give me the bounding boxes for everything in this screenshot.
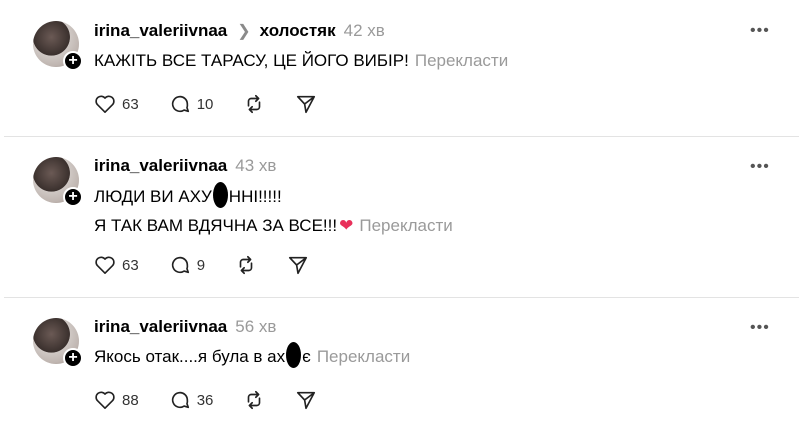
post-time: 56 хв [235, 317, 277, 336]
repost-icon [248, 390, 261, 410]
translate-link[interactable]: Перекласти [415, 51, 508, 70]
heart-outline-icon [95, 256, 115, 274]
like-button[interactable]: 63 [94, 255, 139, 275]
follow-plus-icon[interactable]: + [63, 348, 83, 368]
comment-bubble-icon [171, 256, 189, 274]
heart-outline-icon [95, 391, 115, 409]
like-count: 63 [122, 256, 139, 274]
repost-icon [239, 255, 253, 275]
like-count: 63 [122, 95, 139, 113]
divider [4, 136, 799, 137]
reply-button[interactable]: 9 [169, 254, 205, 276]
follow-plus-icon[interactable]: + [63, 51, 83, 71]
topic-tag[interactable]: холостяк [260, 21, 336, 41]
avatar[interactable]: + [33, 318, 83, 368]
heart-emoji-icon: ❤ [339, 216, 354, 235]
post-text: Якось отак....я була в ах є Перекласти [94, 342, 410, 371]
reply-count: 10 [196, 95, 214, 113]
repost-button[interactable] [235, 254, 257, 276]
post-header: irina_valeriivnaa ❯ холостяк 42 хв [94, 21, 385, 41]
chevron-right-icon: ❯ [237, 23, 251, 40]
post-text-part: є [302, 347, 311, 366]
post-actions: 63 10 [94, 93, 347, 115]
like-button[interactable]: 88 [94, 390, 139, 410]
post-text-part: Я ТАК ВАМ ВДЯЧНА ЗА ВСЕ!!! [94, 216, 338, 235]
post-header: irina_valeriivnaa 56 хв [94, 317, 276, 337]
post-actions: 63 9 [94, 254, 339, 276]
post-text-line: Я ТАК ВАМ ВДЯЧНА ЗА ВСЕ!!! ❤ Перекласти [94, 211, 453, 240]
follow-plus-icon[interactable]: + [63, 187, 83, 207]
post-text: КАЖІТЬ ВСЕ ТАРАСУ, ЦЕ ЙОГО ВИБІР! Перекла… [94, 46, 508, 75]
reply-count: 9 [196, 256, 206, 274]
send-icon [297, 95, 316, 114]
censor-blot [212, 182, 228, 208]
post-text: ЛЮДИ ВИ АХУ ННІ!!!!! Я ТАК ВАМ ВДЯЧНА ЗА … [94, 182, 453, 240]
heart-outline-icon [95, 95, 115, 113]
censor-blot [286, 342, 302, 368]
username[interactable]: irina_valeriivnaa [94, 21, 227, 41]
avatar[interactable]: + [33, 21, 83, 71]
comment-bubble-icon [171, 95, 189, 113]
send-icon [288, 256, 308, 275]
post-text-line: КАЖІТЬ ВСЕ ТАРАСУ, ЦЕ ЙОГО ВИБІР! [94, 51, 409, 70]
post-actions: 88 36 [94, 389, 347, 411]
repost-button[interactable] [243, 93, 265, 115]
post-text-line: ЛЮДИ ВИ АХУ ННІ!!!!! [94, 182, 453, 211]
avatar[interactable]: + [33, 157, 83, 207]
post-text-part: Якось отак....я була в ах [94, 347, 286, 366]
more-options-icon[interactable]: ••• [750, 158, 770, 176]
like-button[interactable]: 63 [94, 94, 139, 114]
post-text-part: ННІ!!!!! [228, 187, 282, 206]
username[interactable]: irina_valeriivnaa [94, 156, 227, 176]
share-button[interactable] [287, 254, 309, 276]
more-options-icon[interactable]: ••• [750, 319, 770, 337]
username[interactable]: irina_valeriivnaa [94, 317, 227, 337]
translate-link[interactable]: Перекласти [359, 216, 452, 235]
more-options-icon[interactable]: ••• [750, 22, 770, 40]
like-count: 88 [122, 391, 139, 409]
divider [4, 297, 799, 298]
send-icon [297, 391, 316, 410]
reply-button[interactable]: 10 [169, 93, 214, 115]
share-button[interactable] [295, 389, 317, 411]
translate-link[interactable]: Перекласти [317, 347, 410, 366]
comment-bubble-icon [171, 391, 189, 409]
post-time: 42 хв [343, 21, 385, 40]
post-time: 43 хв [235, 156, 277, 175]
repost-icon [248, 94, 261, 114]
post-text-part: ЛЮДИ ВИ АХУ [94, 187, 212, 206]
reply-button[interactable]: 36 [169, 389, 214, 411]
share-button[interactable] [295, 93, 317, 115]
post-header: irina_valeriivnaa 43 хв [94, 156, 276, 176]
reply-count: 36 [196, 391, 214, 409]
repost-button[interactable] [243, 389, 265, 411]
